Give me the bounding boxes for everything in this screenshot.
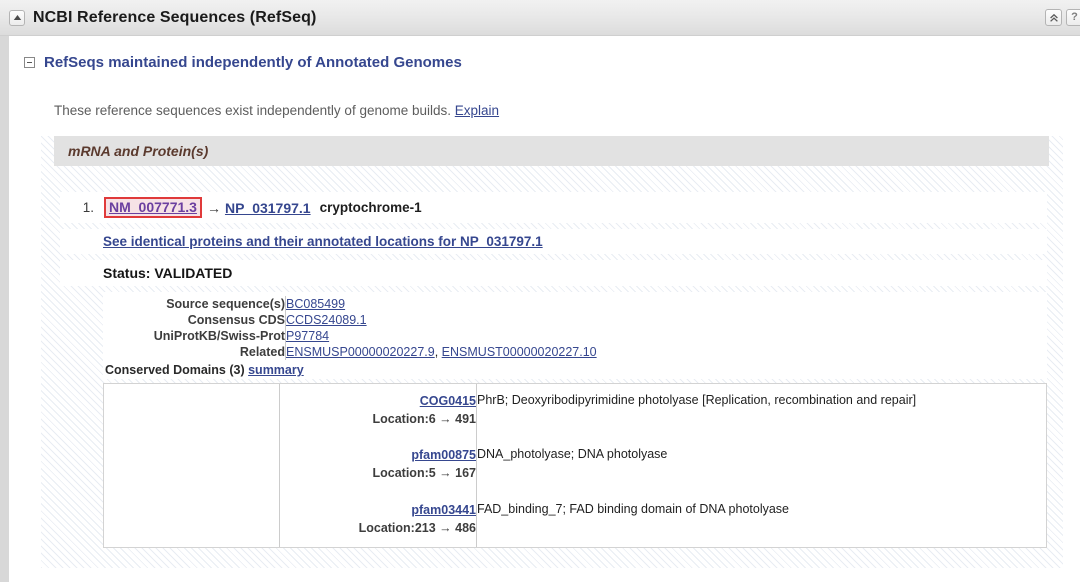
- description-text: These reference sequences exist independ…: [54, 103, 451, 118]
- domain-link[interactable]: pfam00875: [411, 448, 476, 462]
- header-controls: ?: [1045, 9, 1080, 26]
- domain-name-cell: pfam00875 Location:5 → 167: [280, 438, 477, 492]
- identical-proteins-row: See identical proteins and their annotat…: [60, 229, 1047, 254]
- table-row: Related ENSMUSP00000020227.9, ENSMUST000…: [103, 344, 597, 360]
- arrow-icon: →: [202, 200, 225, 216]
- conserved-domains-table: COG0415 Location:6 → 491 PhrB; Deoxyribo…: [104, 384, 1046, 547]
- row-label: Related: [103, 344, 286, 360]
- page-title: NCBI Reference Sequences (RefSeq): [33, 9, 316, 27]
- table-row: COG0415 Location:6 → 491 PhrB; Deoxyribo…: [104, 384, 1046, 438]
- conserved-domains-tbody: COG0415 Location:6 → 491 PhrB; Deoxyribo…: [104, 384, 1046, 547]
- record-zone: 1. NM_007771.3 → NP_031797.1 cryptochrom…: [54, 192, 1049, 568]
- status-label: Status:: [103, 265, 150, 281]
- row-label: Consensus CDS: [103, 312, 286, 328]
- double-chevron-up-icon[interactable]: [1045, 9, 1062, 26]
- identical-proteins-link[interactable]: See identical proteins and their annotat…: [103, 234, 543, 249]
- related-ensembl-transcript-link[interactable]: ENSMUST00000020227.10: [442, 345, 597, 359]
- question-mark-icon[interactable]: ?: [1066, 9, 1080, 26]
- group-header: mRNA and Protein(s): [54, 136, 1049, 166]
- value-separator: ,: [435, 345, 442, 359]
- domain-location: Location:213 → 486: [280, 519, 476, 537]
- triangle-up-icon[interactable]: [9, 10, 25, 26]
- row-value: P97784: [286, 328, 597, 344]
- row-label: Source sequence(s): [103, 296, 286, 312]
- uniprot-link[interactable]: P97784: [286, 329, 329, 343]
- table-row: UniProtKB/Swiss-Prot P97784: [103, 328, 597, 344]
- conserved-domains-label: Conserved Domains (3): [105, 363, 245, 377]
- section-description: These reference sequences exist independ…: [41, 83, 1063, 136]
- domain-link[interactable]: pfam03441: [411, 503, 476, 517]
- source-sequence-block: Source sequence(s) BC085499 Consensus CD…: [103, 292, 1047, 379]
- explain-link[interactable]: Explain: [455, 103, 499, 118]
- table-row: Source sequence(s) BC085499: [103, 296, 597, 312]
- row-label: UniProtKB/Swiss-Prot: [103, 328, 286, 344]
- section-header: RefSeqs maintained independently of Anno…: [9, 36, 1080, 71]
- domain-description: FAD_binding_7; FAD binding domain of DNA…: [477, 493, 1047, 547]
- row-value: ENSMUSP00000020227.9, ENSMUST00000020227…: [286, 344, 597, 360]
- domain-description: DNA_photolyase; DNA photolyase: [477, 438, 1047, 492]
- mrna-accession-link[interactable]: NM_007771.3: [109, 199, 197, 215]
- conserved-domains-heading: Conserved Domains (3) summary: [103, 360, 1047, 377]
- source-sequence-tbody: Source sequence(s) BC085499 Consensus CD…: [103, 296, 597, 360]
- record-title-row: 1. NM_007771.3 → NP_031797.1 cryptochrom…: [60, 192, 1047, 223]
- portlet-body: RefSeqs maintained independently of Anno…: [0, 36, 1080, 568]
- source-sequence-table: Source sequence(s) BC085499 Consensus CD…: [103, 296, 597, 360]
- domain-graphic-cell: [104, 384, 280, 547]
- refseq-content-area: These reference sequences exist independ…: [41, 83, 1063, 568]
- record-ordinal: 1.: [60, 200, 104, 215]
- domain-name-cell: pfam03441 Location:213 → 486: [280, 493, 477, 547]
- status-row: Status: VALIDATED: [60, 260, 1047, 286]
- mrna-accession-highlight: NM_007771.3: [104, 197, 202, 218]
- source-sequence-link[interactable]: BC085499: [286, 297, 345, 311]
- refseq-portlet-page: NCBI Reference Sequences (RefSeq) ? RefS…: [0, 0, 1080, 582]
- table-row: Consensus CDS CCDS24089.1: [103, 312, 597, 328]
- protein-accession-link[interactable]: NP_031797.1: [225, 200, 311, 216]
- conserved-domains-summary-link[interactable]: summary: [248, 363, 304, 377]
- status-badge: VALIDATED: [154, 265, 232, 281]
- domain-location: Location:5 → 167: [280, 464, 476, 482]
- related-ensembl-protein-link[interactable]: ENSMUSP00000020227.9: [286, 345, 435, 359]
- domain-location: Location:6 → 491: [280, 410, 476, 428]
- minus-box-icon[interactable]: [24, 57, 35, 68]
- help-label: ?: [1071, 12, 1078, 23]
- domain-description: PhrB; Deoxyribodipyrimidine photolyase […: [477, 384, 1047, 438]
- domain-name-cell: COG0415 Location:6 → 491: [280, 384, 477, 438]
- product-name: cryptochrome-1: [320, 200, 422, 215]
- domain-link[interactable]: COG0415: [420, 394, 476, 408]
- row-value: BC085499: [286, 296, 597, 312]
- portlet-header: NCBI Reference Sequences (RefSeq) ?: [0, 0, 1080, 36]
- row-value: CCDS24089.1: [286, 312, 597, 328]
- section-title: RefSeqs maintained independently of Anno…: [44, 54, 462, 71]
- ccds-link[interactable]: CCDS24089.1: [286, 313, 367, 327]
- conserved-domains-table-block: COG0415 Location:6 → 491 PhrB; Deoxyribo…: [103, 383, 1047, 548]
